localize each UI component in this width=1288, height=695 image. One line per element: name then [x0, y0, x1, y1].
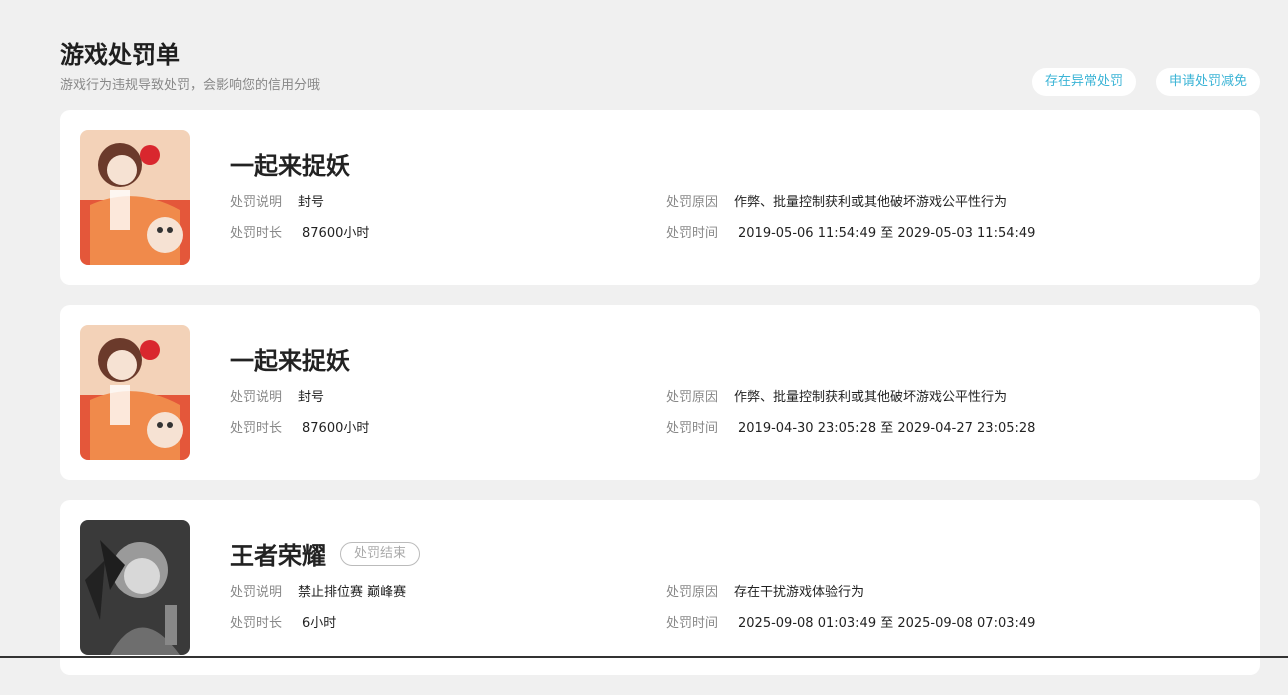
header-actions: 存在异常处罚 申请处罚减免: [1031, 68, 1260, 96]
time-label: 处罚时间: [666, 421, 719, 436]
duration-label: 处罚时长: [230, 226, 283, 241]
punishment-card[interactable]: 一起来捉妖 处罚说明 封号 处罚时长 87600小时 处罚原因 作弊、批量控制获…: [60, 110, 1260, 285]
game-art-colorful-icon: [80, 325, 190, 460]
page-header: 游戏处罚单 游戏行为违规导致处罚，会影响您的信用分哦: [60, 40, 320, 93]
game-name: 王者荣耀 处罚结束: [230, 536, 421, 571]
duration-label: 处罚时长: [230, 616, 283, 631]
punish-desc: 处罚说明 封号: [230, 386, 324, 405]
punish-time: 处罚时间 2019-04-30 23:05:28 至 2029-04-27 23…: [666, 417, 1035, 436]
time-label: 处罚时间: [666, 616, 719, 631]
punish-desc: 处罚说明 封号: [230, 191, 324, 210]
duration-value: 87600小时: [302, 421, 370, 436]
page-subtitle: 游戏行为违规导致处罚，会影响您的信用分哦: [60, 78, 321, 93]
punish-time: 处罚时间 2025-09-08 01:03:49 至 2025-09-08 07…: [666, 612, 1035, 631]
game-name: 一起来捉妖: [230, 146, 350, 181]
report-abnormal-button[interactable]: 存在异常处罚: [1031, 68, 1136, 96]
game-title: 一起来捉妖: [230, 347, 350, 375]
reason-value: 作弊、批量控制获利或其他破坏游戏公平性行为: [734, 390, 1008, 405]
game-title: 一起来捉妖: [230, 152, 350, 180]
desc-label: 处罚说明: [230, 585, 283, 600]
punishment-card[interactable]: 一起来捉妖 处罚说明 封号 处罚时长 87600小时 处罚原因 作弊、批量控制获…: [60, 305, 1260, 480]
reason-label: 处罚原因: [666, 195, 719, 210]
duration-label: 处罚时长: [230, 421, 283, 436]
punish-reason: 处罚原因 存在干扰游戏体验行为: [666, 581, 864, 600]
status-badge: 处罚结束: [340, 541, 421, 566]
game-title: 王者荣耀: [230, 542, 326, 570]
duration-value: 87600小时: [302, 226, 370, 241]
punish-duration: 处罚时长 87600小时: [230, 222, 369, 241]
punish-duration: 处罚时长 6小时: [230, 612, 336, 631]
page-title: 游戏处罚单: [60, 41, 180, 69]
game-art-colorful-icon: [80, 130, 190, 265]
desc-value: 禁止排位赛 巅峰赛: [298, 585, 407, 600]
reason-label: 处罚原因: [666, 390, 719, 405]
reason-value: 作弊、批量控制获利或其他破坏游戏公平性行为: [734, 195, 1008, 210]
desc-label: 处罚说明: [230, 390, 283, 405]
punishment-card[interactable]: 王者荣耀 处罚结束 处罚说明 禁止排位赛 巅峰赛 处罚时长 6小时 处罚原因 存…: [60, 500, 1260, 675]
desc-label: 处罚说明: [230, 195, 283, 210]
punish-time: 处罚时间 2019-05-06 11:54:49 至 2029-05-03 11…: [666, 222, 1035, 241]
punishment-list: 一起来捉妖 处罚说明 封号 处罚时长 87600小时 处罚原因 作弊、批量控制获…: [60, 110, 1260, 695]
reason-label: 处罚原因: [666, 585, 719, 600]
punish-reason: 处罚原因 作弊、批量控制获利或其他破坏游戏公平性行为: [666, 386, 1007, 405]
punish-duration: 处罚时长 87600小时: [230, 417, 369, 436]
game-cover-image: [80, 325, 190, 460]
game-art-grayscale-icon: [80, 520, 190, 655]
apply-reduction-button[interactable]: 申请处罚减免: [1155, 68, 1260, 96]
time-value: 2025-09-08 01:03:49 至 2025-09-08 07:03:4…: [738, 616, 1036, 631]
punish-desc: 处罚说明 禁止排位赛 巅峰赛: [230, 581, 406, 600]
duration-value: 6小时: [302, 616, 337, 631]
reason-value: 存在干扰游戏体验行为: [734, 585, 865, 600]
punish-reason: 处罚原因 作弊、批量控制获利或其他破坏游戏公平性行为: [666, 191, 1007, 210]
desc-value: 封号: [298, 195, 325, 210]
time-label: 处罚时间: [666, 226, 719, 241]
game-cover-image: [80, 130, 190, 265]
game-name: 一起来捉妖: [230, 341, 350, 376]
desc-value: 封号: [298, 390, 325, 405]
time-value: 2019-05-06 11:54:49 至 2029-05-03 11:54:4…: [738, 226, 1036, 241]
time-value: 2019-04-30 23:05:28 至 2029-04-27 23:05:2…: [738, 421, 1036, 436]
game-cover-image: [80, 520, 190, 655]
